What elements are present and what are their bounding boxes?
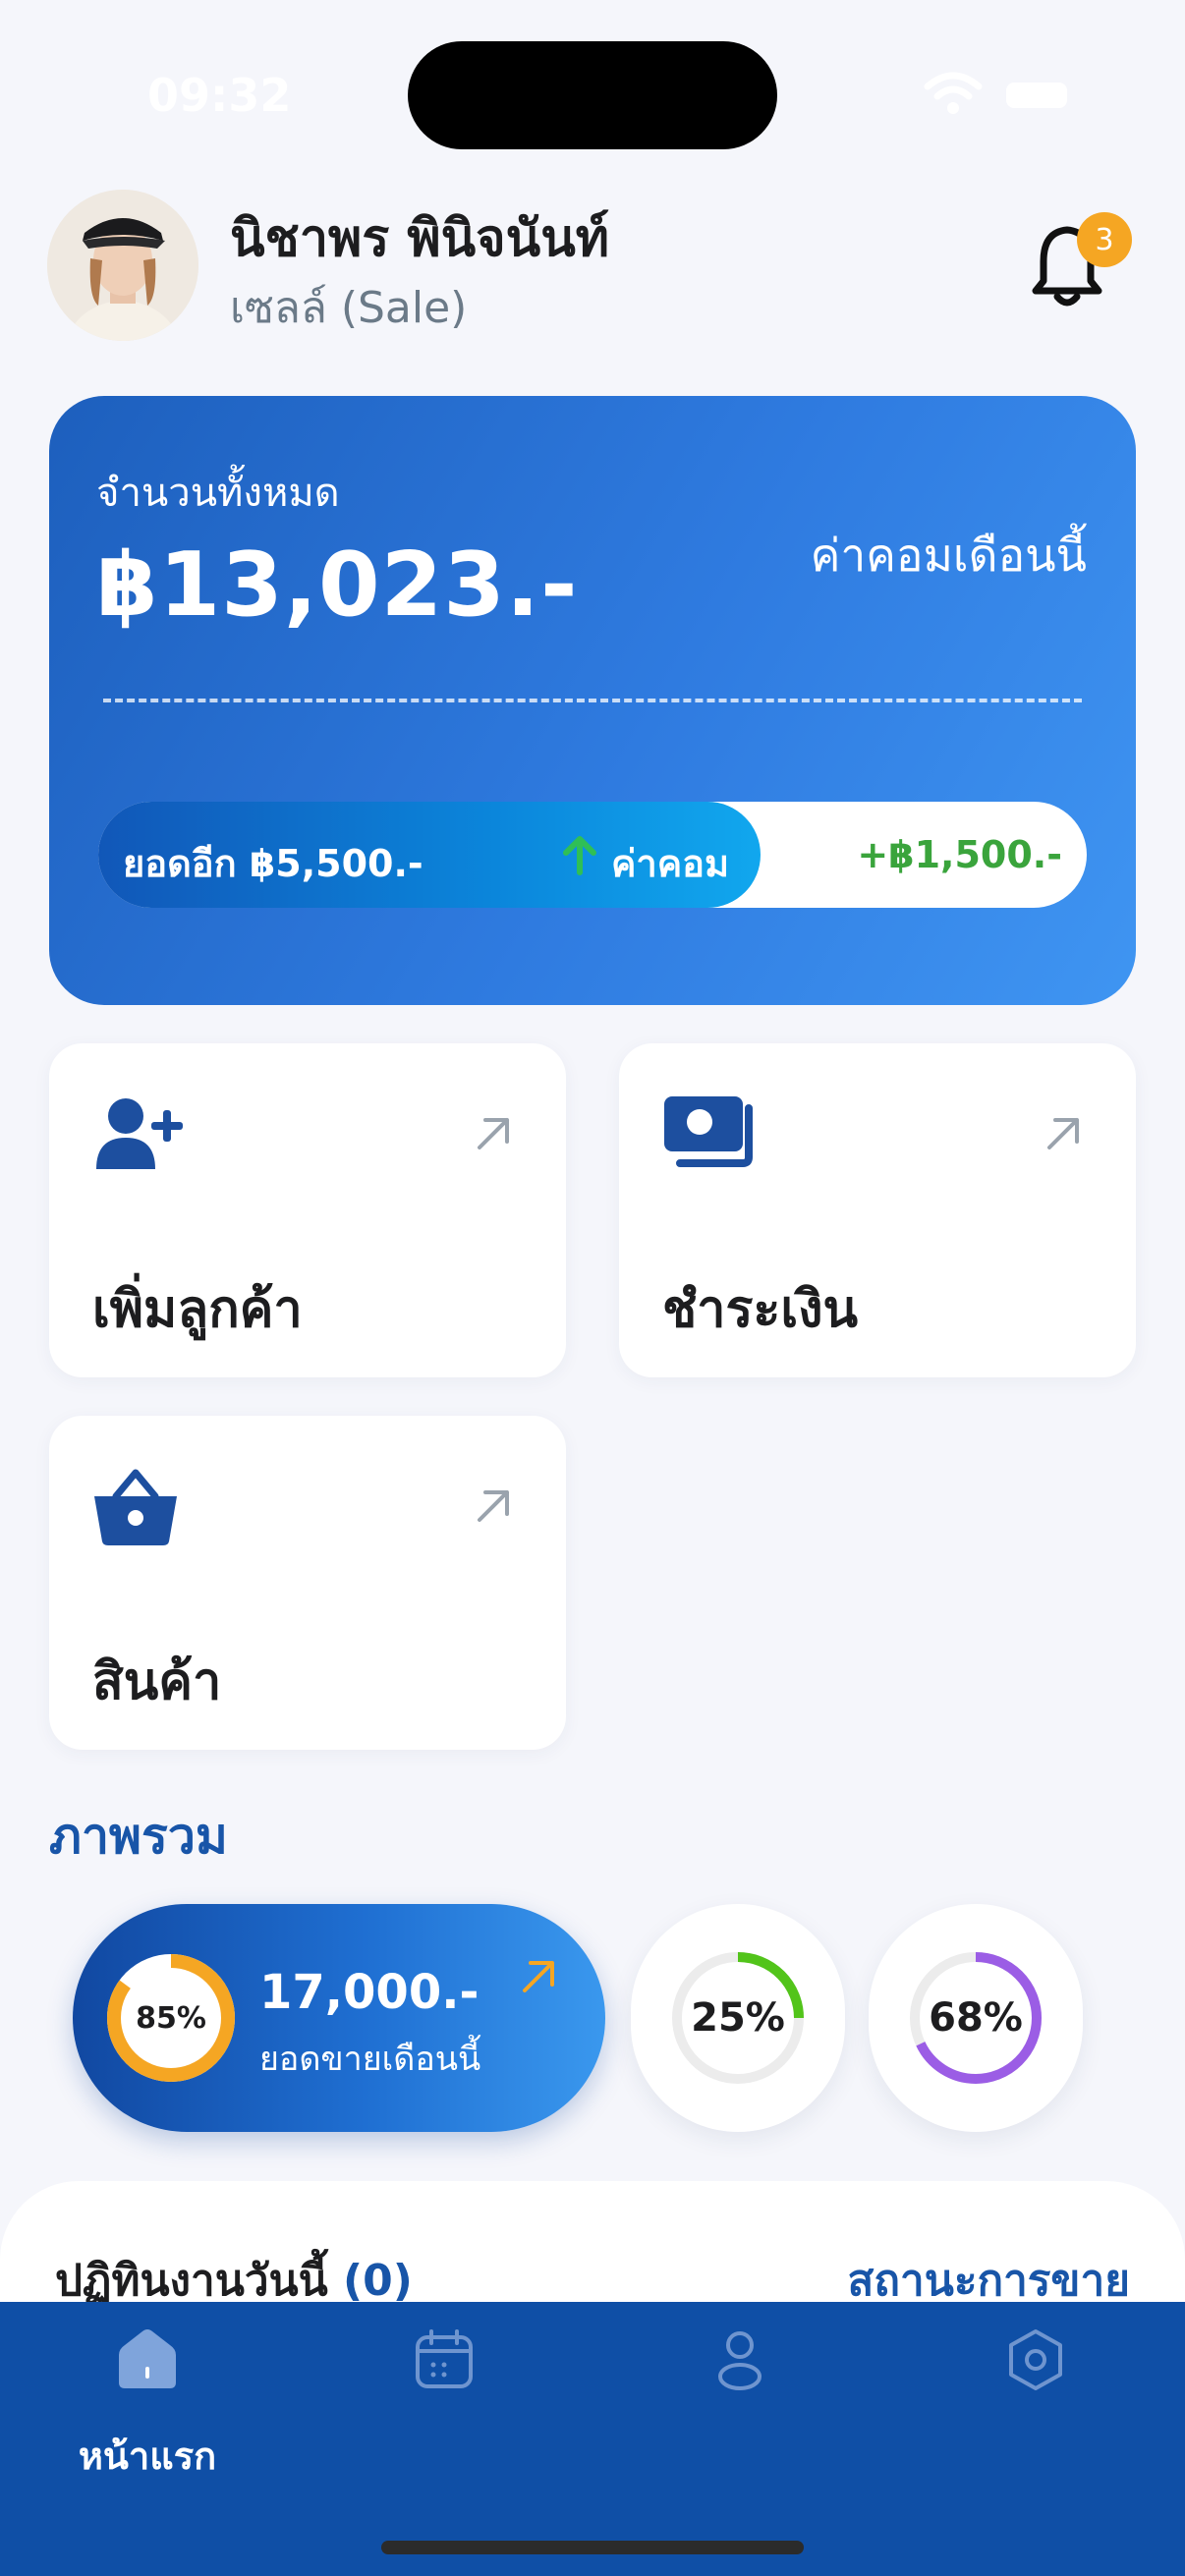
settings-icon [1009, 2329, 1062, 2390]
products-tile[interactable]: สินค้า [49, 1416, 566, 1750]
arrow-up-right-icon [523, 1961, 554, 1992]
stat-progress-ring: 25% [672, 1952, 804, 2084]
sales-label: ยอดขายเดือนนี้ [259, 2040, 481, 2079]
sales-percent: 85% [136, 2001, 206, 2036]
dynamic-island [408, 41, 777, 149]
arrow-up-right-icon [1047, 1118, 1079, 1149]
progress-label: ค่าคอม [611, 842, 730, 885]
battery-icon [1006, 83, 1067, 108]
arrow-up-icon [563, 836, 596, 875]
tab-home-label: หน้าแรก [78, 2435, 217, 2478]
remaining-amount: ยอดอีก ฿5,500.- [123, 842, 423, 885]
stat-card-2[interactable]: 68% [869, 1904, 1083, 2132]
user-icon [718, 2331, 762, 2390]
wifi-icon [924, 72, 983, 114]
activity-title-text: ปฏิทินงานวันนี้ [55, 2256, 328, 2306]
tile-label: ชำระเงิน [662, 1280, 859, 1339]
overview-title: ภาพรวม [49, 1808, 228, 1865]
user-name: นิชาพร พินิจนันท์ [230, 209, 610, 268]
activity-count: (0) [343, 2256, 413, 2306]
status-time: 09:32 [147, 69, 292, 122]
balance-label: จำนวนทั้งหมด [96, 471, 340, 516]
avatar[interactable] [47, 190, 198, 341]
tab-calendar[interactable] [346, 2327, 542, 2475]
stat-percent: 68% [929, 1995, 1023, 2041]
sales-progress-ring: 85% [107, 1954, 235, 2082]
balance-card: จำนวนทั้งหมด ฿13,023.- ค่าคอมเดือนนี้ ยอ… [49, 396, 1136, 1005]
stat-card-1[interactable]: 25% [631, 1904, 845, 2132]
arrow-up-right-icon [478, 1490, 509, 1522]
bonus-amount: +฿1,500.- [857, 833, 1062, 876]
tile-label: สินค้า [92, 1652, 222, 1711]
notification-badge: 3 [1077, 212, 1132, 267]
balance-amount: ฿13,023.- [96, 533, 579, 637]
tile-label: เพิ่มลูกค้า [92, 1280, 303, 1339]
home-indicator [381, 2541, 804, 2554]
calendar-icon [416, 2329, 473, 2388]
home-icon [119, 2329, 176, 2388]
tab-bar: หน้าแรก [0, 2302, 1185, 2576]
add-customer-tile[interactable]: เพิ่มลูกค้า [49, 1043, 566, 1377]
tab-settings[interactable] [937, 2327, 1134, 2475]
divider [103, 699, 1082, 702]
monthly-sales-card[interactable]: 85% 17,000.- ยอดขายเดือนนี้ [73, 1904, 605, 2132]
commission-progress: ยอดอีก ฿5,500.- ค่าคอม +฿1,500.- [98, 802, 1087, 908]
cash-icon [664, 1096, 753, 1167]
stat-percent: 25% [691, 1995, 785, 2041]
sales-value: 17,000.- [259, 1965, 480, 2020]
arrow-up-right-icon [478, 1118, 509, 1149]
tab-profile[interactable] [642, 2327, 838, 2475]
commission-progress-fill: ยอดอีก ฿5,500.- ค่าคอม [98, 802, 762, 908]
add-user-icon [96, 1098, 183, 1169]
basket-icon [94, 1469, 177, 1545]
tab-home[interactable]: หน้าแรก [49, 2327, 246, 2478]
commission-label: ค่าคอมเดือนนี้ [810, 529, 1087, 582]
stat-progress-ring: 68% [910, 1952, 1042, 2084]
user-role: เซลล์ (Sale) [230, 283, 468, 333]
payment-tile[interactable]: ชำระเงิน [619, 1043, 1136, 1377]
